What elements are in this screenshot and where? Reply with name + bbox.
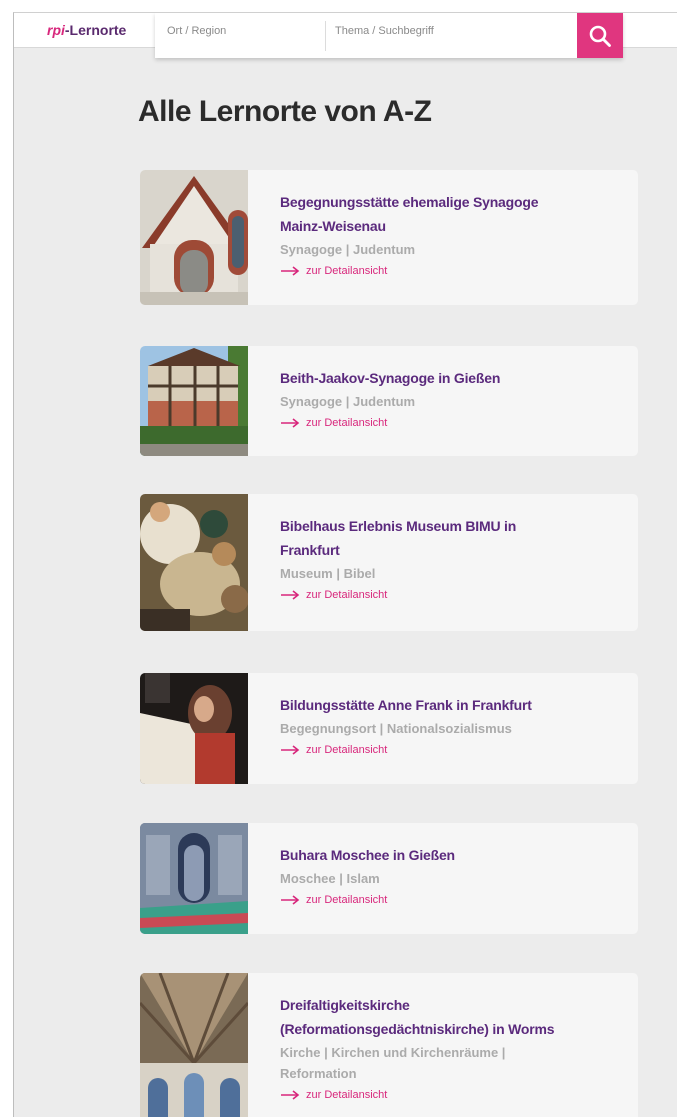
card-tags: Begegnungsort | Nationalsozialismus	[280, 718, 628, 739]
site-logo[interactable]: rpi-Lernorte	[47, 22, 126, 38]
list-item[interactable]: Bibelhaus Erlebnis Museum BIMU in Frankfu…	[140, 494, 638, 631]
detail-link-label: zur Detailansicht	[306, 1089, 388, 1101]
thumbnail-image	[140, 494, 248, 631]
card-tags: Museum | Bibel	[280, 563, 628, 584]
arrow-right-icon	[281, 590, 300, 600]
page-title: Alle Lernorte von A-Z	[138, 95, 432, 128]
detail-link[interactable]: zur Detailansicht	[280, 744, 628, 756]
tag-line: Kirche | Kirchen und Kirchenräume |	[280, 1045, 506, 1060]
title-line: Bildungsstätte Anne Frank in Frankfurt	[280, 697, 532, 713]
list-item[interactable]: Buhara Moschee in Gießen Moschee | Islam…	[140, 823, 638, 934]
tag-line: Moschee | Islam	[280, 871, 380, 886]
thumbnail-image	[140, 973, 248, 1117]
title-line: (Reformationsgedächtniskirche) in Worms	[280, 1021, 555, 1037]
detail-link[interactable]: zur Detailansicht	[280, 417, 628, 429]
detail-link-label: zur Detailansicht	[306, 744, 388, 756]
browser-viewport: rpi-Lernorte Ort / Region Thema / Suchbe…	[13, 12, 677, 1117]
search-panel: Ort / Region Thema / Suchbegriff	[155, 13, 623, 58]
title-line: Begegnungsstätte ehemalige Synagoge	[280, 194, 539, 210]
thumbnail-image	[140, 346, 248, 456]
search-button[interactable]	[577, 13, 623, 58]
card-title[interactable]: Beith-Jaakov-Synagoge in Gießen	[280, 366, 628, 390]
logo-prefix: rpi	[47, 22, 65, 38]
detail-link[interactable]: zur Detailansicht	[280, 894, 628, 906]
thumbnail-image	[140, 823, 248, 934]
detail-link-label: zur Detailansicht	[306, 894, 388, 906]
tag-line: Reformation	[280, 1066, 357, 1081]
title-line: Beith-Jaakov-Synagoge in Gießen	[280, 370, 501, 386]
detail-link-label: zur Detailansicht	[306, 589, 388, 601]
card-title[interactable]: Buhara Moschee in Gießen	[280, 843, 628, 867]
detail-link[interactable]: zur Detailansicht	[280, 1089, 628, 1101]
search-icon	[589, 25, 611, 47]
tag-line: Begegnungsort | Nationalsozialismus	[280, 721, 512, 736]
region-input[interactable]: Ort / Region	[167, 25, 226, 37]
title-line: Frankfurt	[280, 542, 340, 558]
arrow-right-icon	[281, 895, 300, 905]
title-line: Buhara Moschee in Gießen	[280, 847, 455, 863]
card-title[interactable]: Dreifaltigkeitskirche (Reformationsgedäch…	[280, 993, 628, 1041]
card-title[interactable]: Bildungsstätte Anne Frank in Frankfurt	[280, 693, 628, 717]
card-tags: Moschee | Islam	[280, 868, 628, 889]
card-tags: Synagoge | Judentum	[280, 391, 628, 412]
search-divider	[325, 21, 326, 51]
thumbnail-image	[140, 170, 248, 305]
arrow-right-icon	[281, 418, 300, 428]
list-item[interactable]: Bildungsstätte Anne Frank in Frankfurt B…	[140, 673, 638, 784]
card-title[interactable]: Bibelhaus Erlebnis Museum BIMU in Frankfu…	[280, 514, 628, 562]
detail-link[interactable]: zur Detailansicht	[280, 589, 628, 601]
detail-link-label: zur Detailansicht	[306, 417, 388, 429]
thumbnail-image	[140, 673, 248, 784]
card-tags: Synagoge | Judentum	[280, 239, 628, 260]
detail-link[interactable]: zur Detailansicht	[280, 265, 628, 277]
card-title[interactable]: Begegnungsstätte ehemalige Synagoge Mainz…	[280, 190, 628, 238]
arrow-right-icon	[281, 745, 300, 755]
title-line: Bibelhaus Erlebnis Museum BIMU in	[280, 518, 517, 534]
tag-line: Synagoge | Judentum	[280, 242, 416, 257]
arrow-right-icon	[281, 266, 300, 276]
list-item[interactable]: Dreifaltigkeitskirche (Reformationsgedäch…	[140, 973, 638, 1117]
tag-line: Museum | Bibel	[280, 566, 376, 581]
logo-suffix: -Lernorte	[64, 22, 127, 38]
title-line: Dreifaltigkeitskirche	[280, 997, 410, 1013]
arrow-right-icon	[281, 1090, 300, 1100]
list-item[interactable]: Beith-Jaakov-Synagoge in Gießen Synagoge…	[140, 346, 638, 456]
card-tags: Kirche | Kirchen und Kirchenräume | Refor…	[280, 1042, 628, 1084]
title-line: Mainz-Weisenau	[280, 218, 386, 234]
topic-search-input[interactable]: Thema / Suchbegriff	[335, 25, 434, 37]
detail-link-label: zur Detailansicht	[306, 265, 388, 277]
tag-line: Synagoge | Judentum	[280, 394, 416, 409]
list-item[interactable]: Begegnungsstätte ehemalige Synagoge Mainz…	[140, 170, 638, 305]
